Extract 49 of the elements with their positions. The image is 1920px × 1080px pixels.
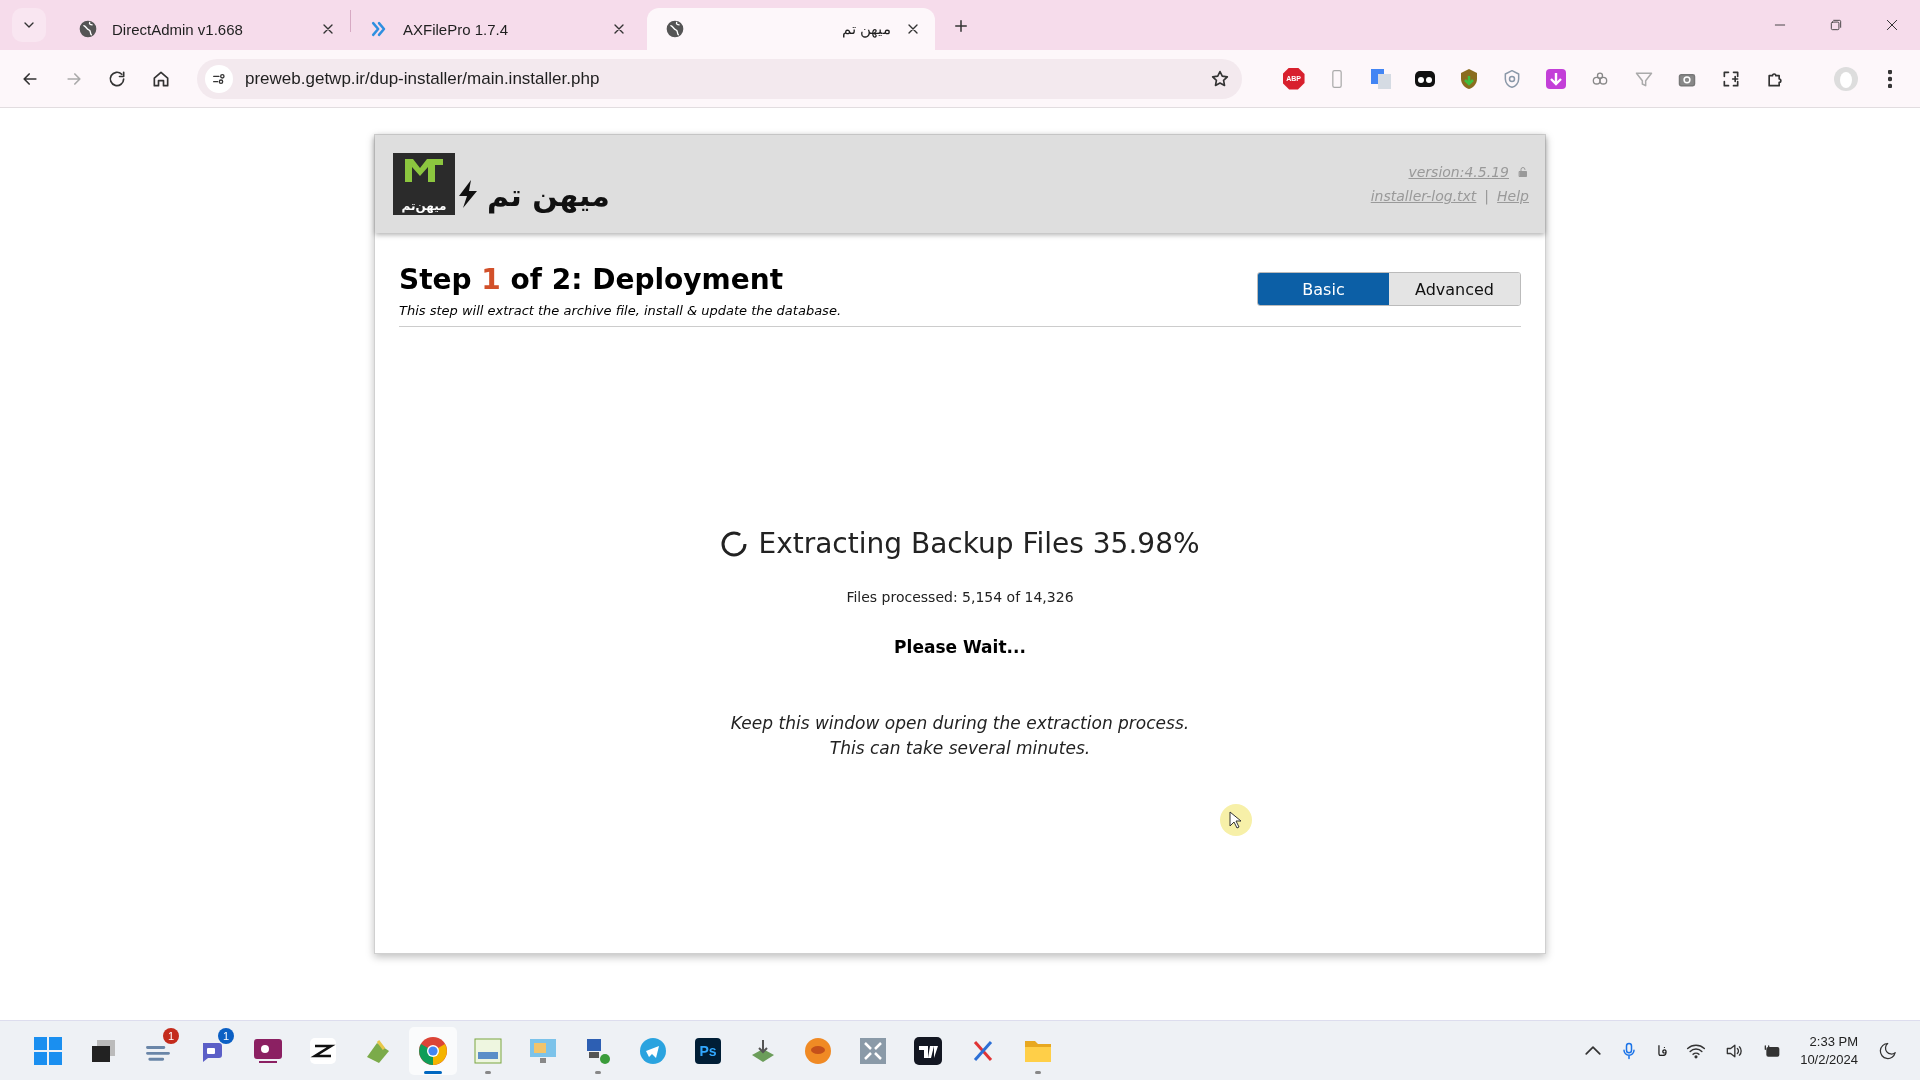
browser-tab[interactable]: DirectAdmin v1.668 — [60, 8, 350, 50]
link-separator: | — [1484, 188, 1490, 204]
notification-badge: 1 — [163, 1027, 179, 1044]
instruction-text: Keep this window open during the extraction process. — [730, 712, 1190, 735]
chevron-up-icon — [1585, 1046, 1602, 1055]
globe-icon — [665, 19, 685, 39]
files-processed: Files processed: 5,154 of 14,326 — [846, 589, 1074, 605]
plus-icon — [952, 17, 970, 35]
logo-mark-icon — [403, 157, 445, 183]
browser-tab[interactable]: AXFilePro 1.7.4 — [351, 8, 641, 50]
ftp-client-icon — [473, 1035, 503, 1066]
address-bar[interactable]: preweb.getwp.ir/dup-installer/main.installer.php — [197, 58, 1242, 99]
taskbar-app-button[interactable]: Ps — [684, 1026, 732, 1075]
shield-icon[interactable] — [1458, 67, 1479, 90]
logo: میهن‌تم — [393, 153, 455, 215]
download-icon[interactable] — [1545, 67, 1568, 90]
reload-icon — [107, 68, 128, 89]
notification-badge: 1 — [218, 1027, 234, 1044]
taskbar-app-button[interactable]: 1 — [189, 1026, 237, 1075]
progress-status: Extracting Backup Files 35.98% — [758, 527, 1200, 560]
video-recorder-icon — [253, 1037, 283, 1064]
lock-icon — [1517, 166, 1529, 178]
spinner-icon — [720, 529, 749, 558]
app-logo-icon — [804, 1036, 832, 1065]
star-icon — [1209, 68, 1230, 89]
taskbar-clock[interactable]: 2:33 PM 10/2/2024 — [1800, 1032, 1858, 1069]
translate-icon[interactable] — [1370, 67, 1393, 90]
close-icon — [1884, 17, 1900, 33]
browser-tab[interactable]: میهن تم — [647, 8, 935, 50]
input-language[interactable]: فا — [1657, 1042, 1669, 1059]
brand-name: میهن تم — [487, 177, 610, 213]
windows-icon — [33, 1035, 63, 1066]
photoshop-icon: Ps — [695, 1037, 721, 1064]
cursor-highlight-icon — [1220, 804, 1252, 836]
restore-icon — [1829, 18, 1843, 32]
tab-list-button[interactable] — [12, 8, 46, 42]
mode-toggle-button[interactable]: Advanced — [1389, 273, 1520, 305]
mode-toggle-button[interactable]: Basic — [1258, 273, 1389, 305]
more-icon — [1888, 69, 1893, 88]
taskbar-app-button[interactable]: 1 — [134, 1026, 182, 1075]
paper-plane-icon — [639, 1036, 667, 1065]
step-title: Step 1 of 2: Deployment — [399, 263, 785, 296]
wait-message: Please Wait... — [894, 637, 1026, 657]
chrome-icon — [418, 1035, 448, 1066]
step-description: This step will extract the archive file, install & update the database. — [399, 303, 842, 318]
globe-icon — [78, 19, 98, 39]
instruction-text: This can take several minutes. — [829, 737, 1091, 760]
compress-icon — [859, 1036, 887, 1065]
site-settings-icon[interactable] — [205, 64, 233, 93]
